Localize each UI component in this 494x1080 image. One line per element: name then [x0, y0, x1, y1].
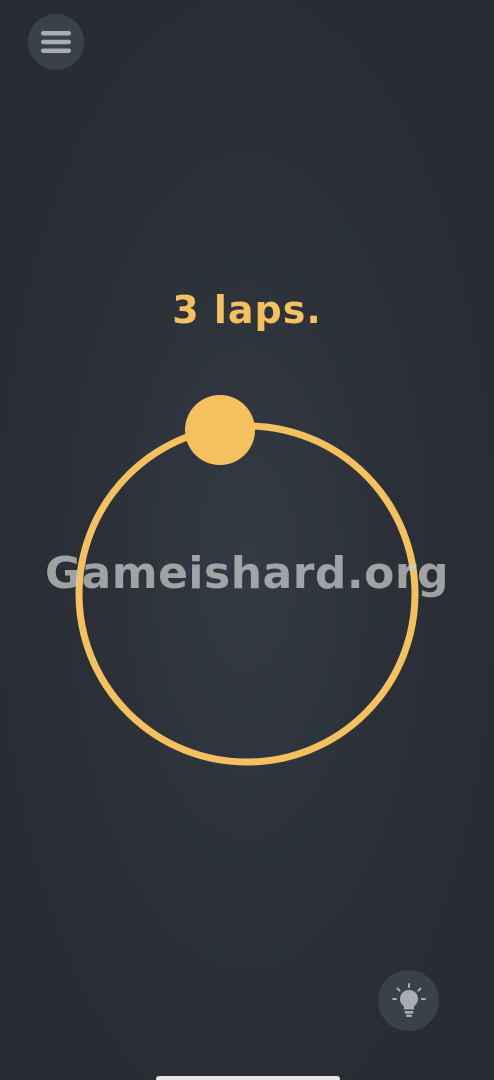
hint-button[interactable] [378, 970, 439, 1031]
lightbulb-icon [391, 982, 426, 1017]
player-ball[interactable] [185, 395, 255, 465]
home-indicator [156, 1076, 340, 1080]
game-board[interactable] [0, 0, 494, 1080]
watermark-text: Gameishard.org [44, 548, 450, 599]
